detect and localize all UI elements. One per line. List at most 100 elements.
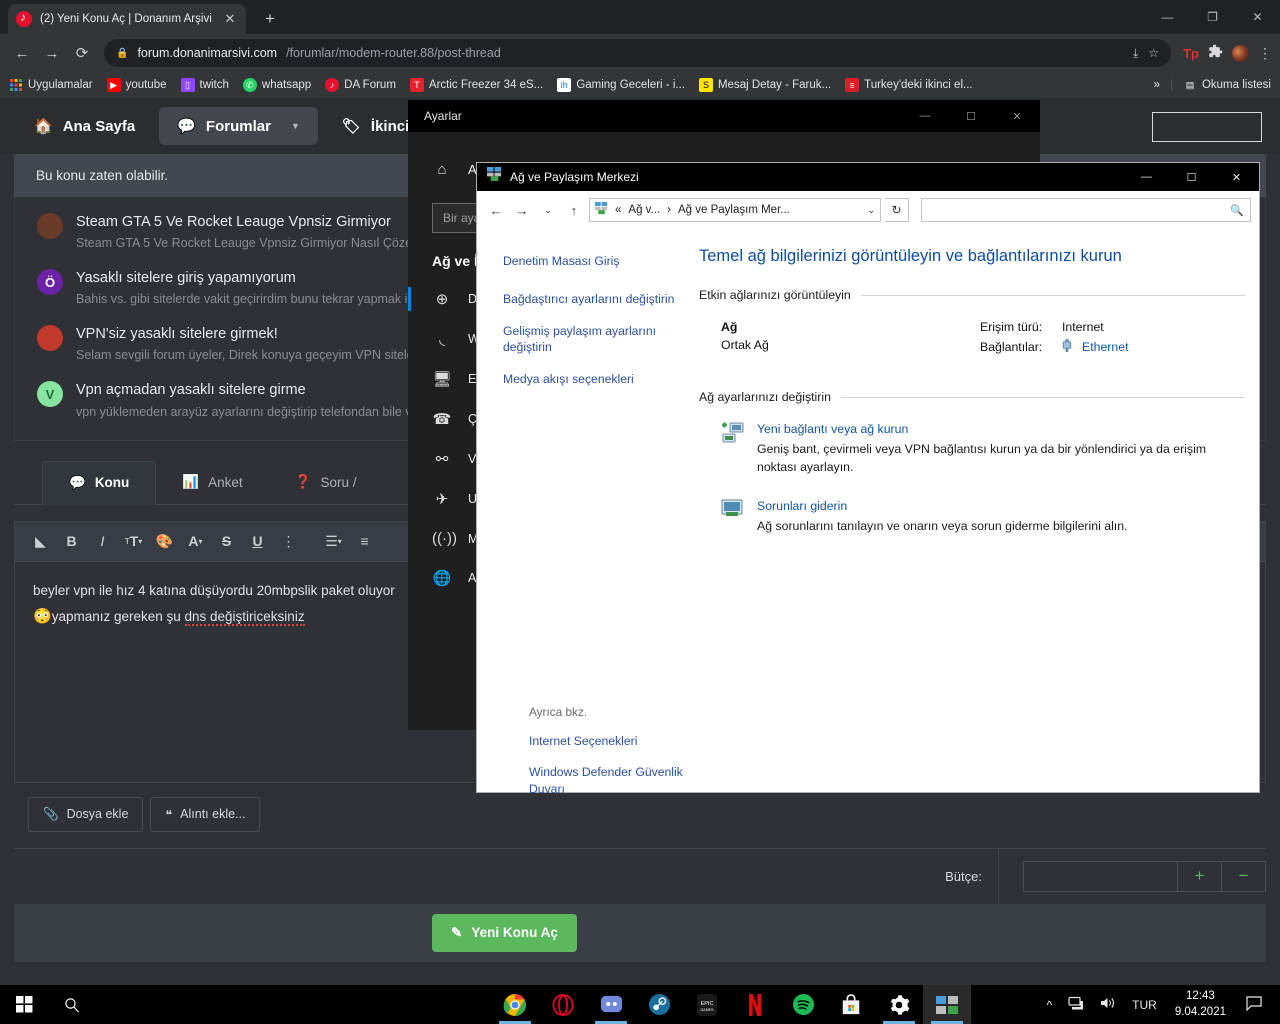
more-icon[interactable]: ⋮ [273,528,304,555]
underline-icon[interactable]: U [242,528,273,555]
reload-icon[interactable]: ⟳ [68,39,96,67]
browser-tab[interactable]: (2) Yeni Konu Aç | Donanım Arşivi ✕ [8,4,246,34]
maximize-button[interactable]: ❐ [1190,0,1235,34]
close-button[interactable]: ✕ [994,100,1040,132]
change-adapter-settings-link[interactable]: Bağdaştırıcı ayarlarını değiştirin [503,291,687,307]
change-advanced-sharing-link[interactable]: Gelişmiş paylaşım ayarlarını değiştirin [503,323,687,356]
breadcrumb-item-1[interactable]: Ağ v... [628,204,660,216]
bookmark-whatsapp[interactable]: ✆ whatsapp [242,78,311,92]
taskbar-app-microsoft-store[interactable] [827,985,875,1024]
new-tab-button[interactable]: + [258,8,282,32]
add-file-button[interactable]: 📎 Dosya ekle [28,796,144,832]
troubleshoot-action[interactable]: Sorunları giderin Ağ sorunlarını tanılay… [699,499,1245,536]
close-button[interactable]: ✕ [1235,0,1280,34]
bookmark-twitch[interactable]: ▯ twitch [180,78,229,92]
taskbar-app-netflix[interactable] [731,985,779,1024]
align-icon[interactable]: ≡ [349,528,380,555]
recent-locations-icon[interactable]: ⌄ [537,198,559,222]
list-icon[interactable]: ☰ ▾ [318,528,349,555]
tab-anket[interactable]: 📊 Anket [156,461,268,504]
start-icon[interactable] [0,985,48,1024]
volume-icon[interactable] [1092,996,1124,1013]
forward-icon[interactable]: → [511,198,533,222]
forward-icon[interactable]: → [38,39,66,67]
bookmarks-overflow-icon[interactable]: » [1154,79,1160,91]
taskbar-app-spotify[interactable] [779,985,827,1024]
puzzle-icon[interactable] [1208,44,1223,62]
text-color-icon[interactable]: A ▾ [180,528,211,555]
strikethrough-icon[interactable]: S [211,528,242,555]
refresh-icon[interactable]: ↻ [885,198,909,222]
clock[interactable]: 12:43 9.04.2021 [1165,989,1236,1020]
media-streaming-options-link[interactable]: Medya akışı seçenekleri [503,371,687,387]
taskbar-app-steam[interactable] [635,985,683,1024]
tab-soru[interactable]: ❓ Soru / [269,461,383,504]
italic-icon[interactable]: I [87,528,118,555]
bookmark-turkey-ikinci-el[interactable]: s Turkey'deki ikinci el... [845,78,973,92]
new-thread-submit-button[interactable]: ✎ Yeni Konu Aç [432,913,577,952]
thread-title[interactable]: Yasaklı sitelere giriş yapamıyorum [76,269,444,287]
budget-decrement-button[interactable]: − [1222,860,1266,892]
minimize-button[interactable]: — [1145,0,1190,34]
notification-icon[interactable] [1236,995,1272,1014]
chrome-menu-icon[interactable]: ⋮ [1258,45,1272,62]
eraser-icon[interactable]: ◣ [25,528,56,555]
search-icon[interactable] [48,985,96,1024]
show-hidden-icons-chevron[interactable]: ^ [1039,998,1061,1012]
action-title[interactable]: Sorunları giderin [757,499,1127,513]
avatar[interactable] [1232,44,1249,62]
thread-title[interactable]: Vpn açmadan yasaklı sitelere girme [76,381,442,399]
bookmark-youtube[interactable]: ▶ youtube [106,78,167,92]
minimize-button[interactable]: — [902,100,948,132]
nav-ana-sayfa[interactable]: 🏠 Ana Sayfa [16,107,153,145]
back-icon[interactable]: ← [8,39,36,67]
language-indicator[interactable]: TUR [1124,998,1165,1012]
breadcrumb-chevron[interactable]: « [615,204,621,216]
taskbar-app-network-center[interactable] [923,985,971,1024]
up-icon[interactable]: ↑ [563,198,585,222]
font-size-icon[interactable]: т T ▾ [118,528,149,555]
maximize-button[interactable]: ☐ [1169,163,1214,191]
taskbar-app-epic-games[interactable]: EPIC GAMES [683,985,731,1024]
close-button[interactable]: ✕ [1214,163,1259,191]
close-icon[interactable]: ✕ [222,11,238,27]
budget-input[interactable] [1023,860,1178,892]
budget-increment-button[interactable]: + [1178,860,1222,892]
bookmark-arctic-freezer[interactable]: T Arctic Freezer 34 eS... [409,78,543,92]
chevron-down-icon[interactable]: ⌄ [867,205,875,216]
breadcrumb-item-2[interactable]: Ağ ve Paylaşım Mer... [678,204,790,216]
bold-icon[interactable]: B [56,528,87,555]
bookmark-apps[interactable]: Uygulamalar [9,78,93,92]
setup-new-connection-action[interactable]: Yeni bağlantı veya ağ kurun Geniş bant, … [699,422,1245,477]
explorer-search-input[interactable]: 🔍 [921,198,1251,222]
control-panel-home-link[interactable]: Denetim Masası Giriş [503,253,687,269]
bookmark-gaming-geceleri[interactable]: ih Gaming Geceleri - i... [557,78,685,92]
address-bar[interactable]: 🔒 forum.donanimarsivi.com/forumlar/modem… [104,39,1172,67]
internet-options-link[interactable]: Internet Seçenekleri [529,733,691,749]
windows-defender-firewall-link[interactable]: Windows Defender Güvenlik Duvarı [529,764,691,797]
taskbar-app-settings[interactable] [875,985,923,1024]
thread-title[interactable]: Steam GTA 5 Ve Rocket Leauge Vpnsiz Girm… [76,213,445,231]
reading-list-button[interactable]: ▤ Okuma listesi [1183,78,1271,92]
install-icon[interactable]: ⤓ [1133,46,1138,61]
taskbar-app-discord[interactable] [587,985,635,1024]
bookmark-da-forum[interactable]: ♪ DA Forum [325,78,396,92]
thread-title[interactable]: VPN'siz yasaklı sitelere girmek! [76,325,442,343]
tab-konu[interactable]: 💬 Konu [42,460,157,505]
taskbar-app-chrome[interactable] [491,985,539,1024]
taskbar-app-opera[interactable] [539,985,587,1024]
minimize-button[interactable]: — [1124,163,1169,191]
nav-forumlar[interactable]: 💬 Forumlar ▼ [159,107,318,145]
tp-extension-icon[interactable]: Tp [1183,46,1199,61]
bookmark-star-icon[interactable]: ☆ [1148,46,1159,61]
ethernet-icon[interactable] [1060,996,1092,1013]
bookmark-mesaj-detay[interactable]: S Mesaj Detay - Faruk... [698,78,831,92]
connection-link[interactable]: Ethernet [1082,340,1129,354]
action-title[interactable]: Yeni bağlantı veya ağ kurun [757,422,1237,436]
forum-search-input[interactable] [1152,112,1262,142]
back-icon[interactable]: ← [485,198,507,222]
palette-icon[interactable]: 🎨 [149,528,180,555]
maximize-button[interactable]: ☐ [948,100,994,132]
search-icon[interactable]: 🔍 [1230,204,1244,217]
add-quote-button[interactable]: ❝ Alıntı ekle... [150,796,261,832]
